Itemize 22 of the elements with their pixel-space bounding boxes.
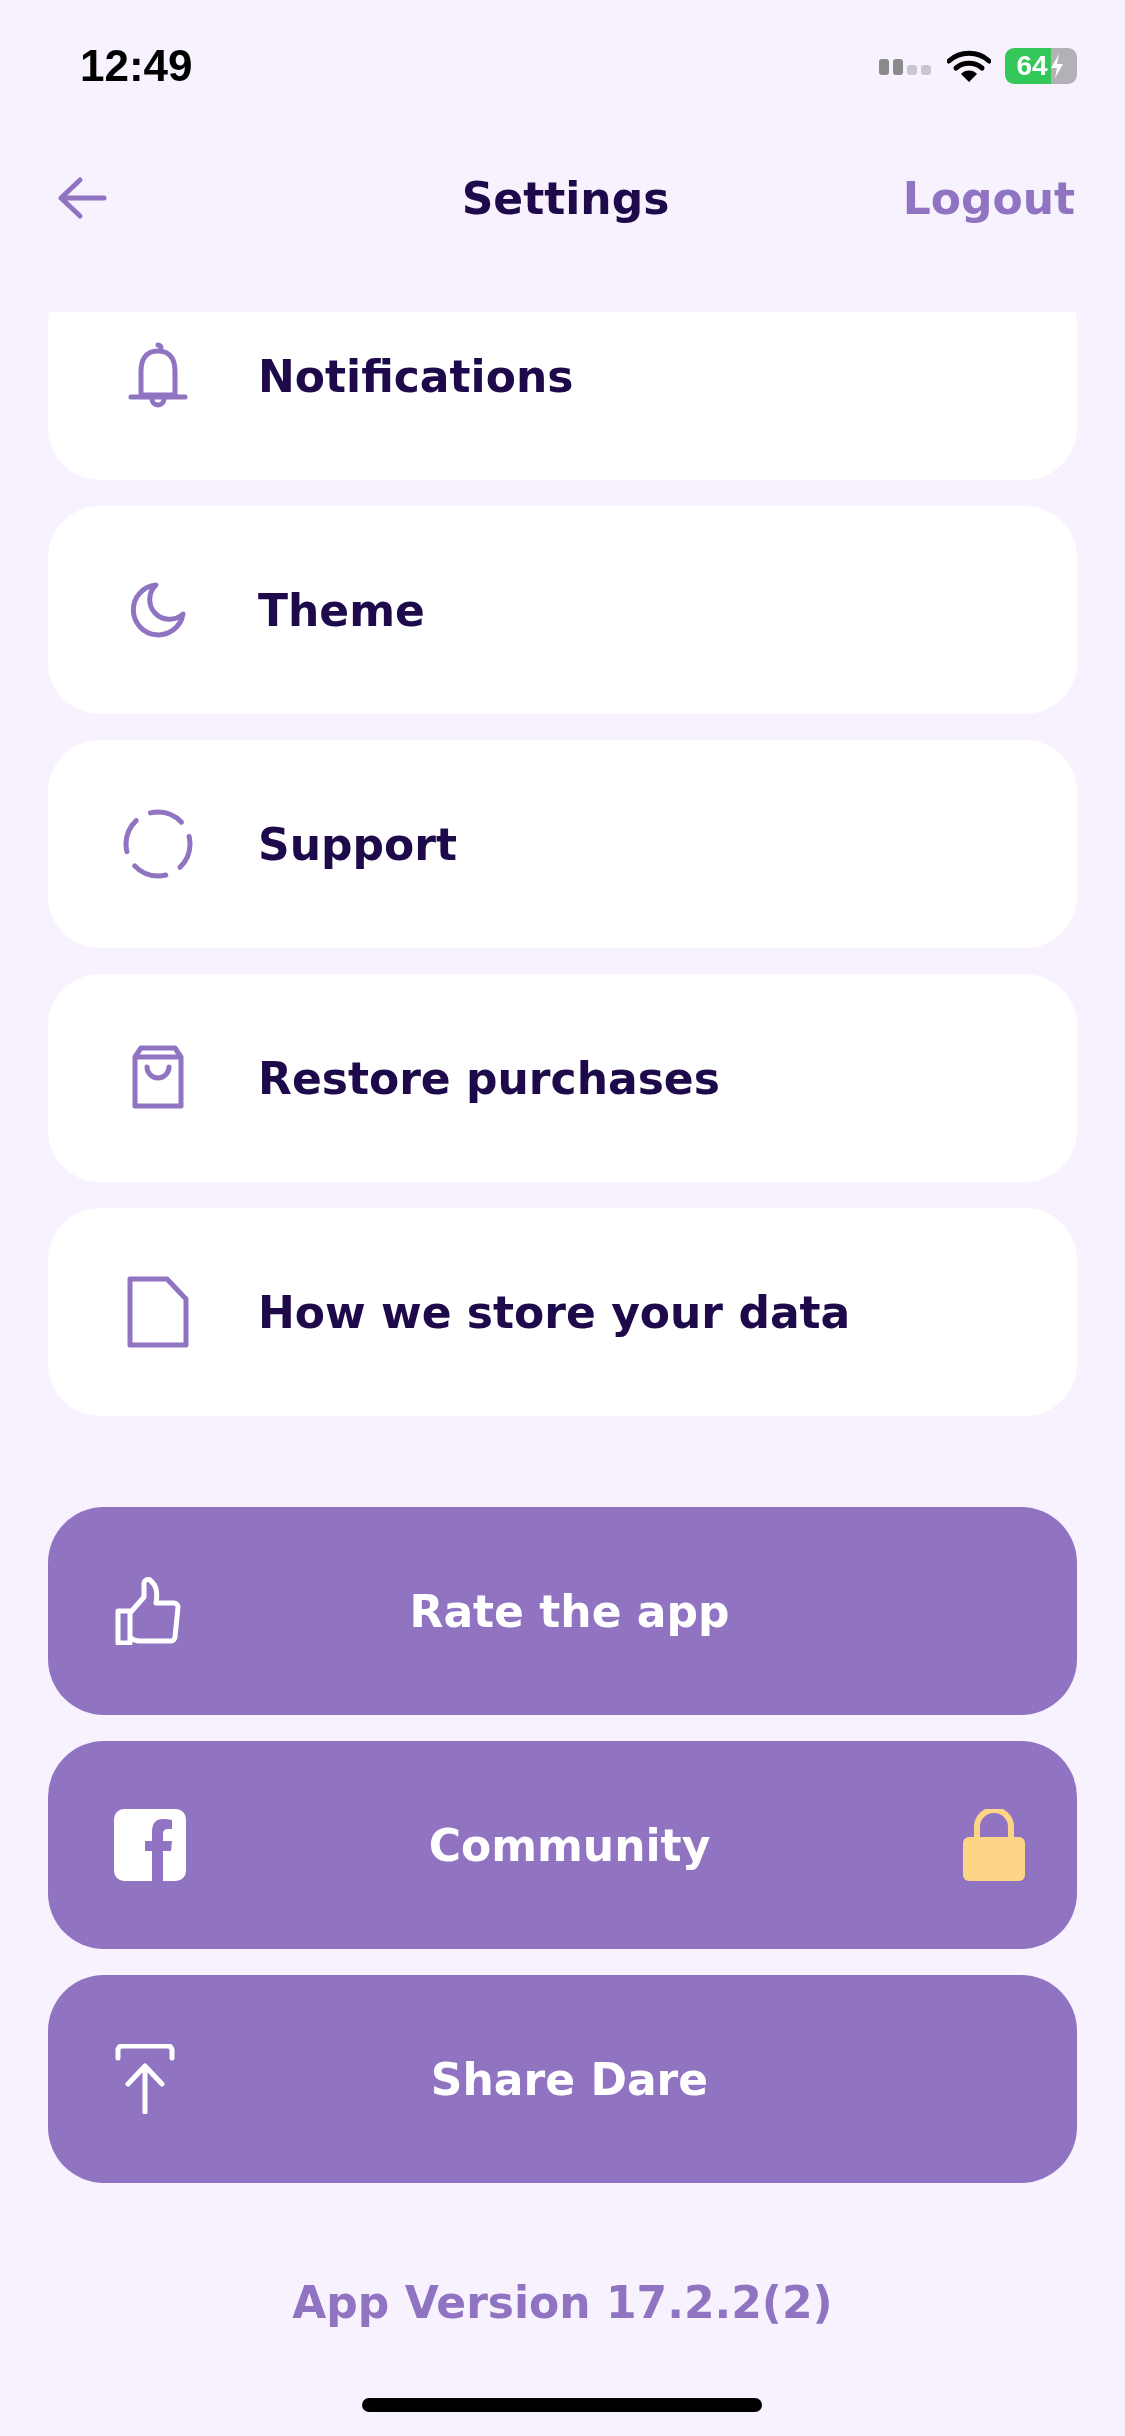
settings-item[interactable]: How we store your data xyxy=(48,1208,1077,1416)
share-icon xyxy=(114,2044,176,2114)
signal-icon xyxy=(879,57,933,75)
settings-item[interactable]: Notifications xyxy=(48,312,1077,480)
facebook-icon xyxy=(114,1809,186,1881)
action-button[interactable]: Rate the app xyxy=(48,1507,1077,1715)
status-time: 12:49 xyxy=(80,41,193,91)
battery-icon: 64 xyxy=(1005,48,1077,84)
app-version: App Version 17.2.2(2) xyxy=(291,2277,834,2328)
settings-item[interactable]: Support xyxy=(48,740,1077,948)
action-button[interactable]: Share Dare xyxy=(48,1975,1077,2183)
action-button[interactable]: Community xyxy=(48,1741,1077,1949)
settings-item[interactable]: Theme xyxy=(48,506,1077,714)
document-icon xyxy=(127,1276,189,1348)
wifi-icon xyxy=(947,49,991,83)
screen-title: Settings xyxy=(461,172,670,224)
thumbs-up-icon xyxy=(114,1577,182,1645)
settings-item[interactable]: Restore purchases xyxy=(48,974,1077,1182)
back-arrow-icon[interactable] xyxy=(56,176,108,220)
dashed-circle-icon xyxy=(122,808,194,880)
logout-button[interactable]: Logout xyxy=(902,172,1075,224)
moon-icon xyxy=(128,580,188,640)
